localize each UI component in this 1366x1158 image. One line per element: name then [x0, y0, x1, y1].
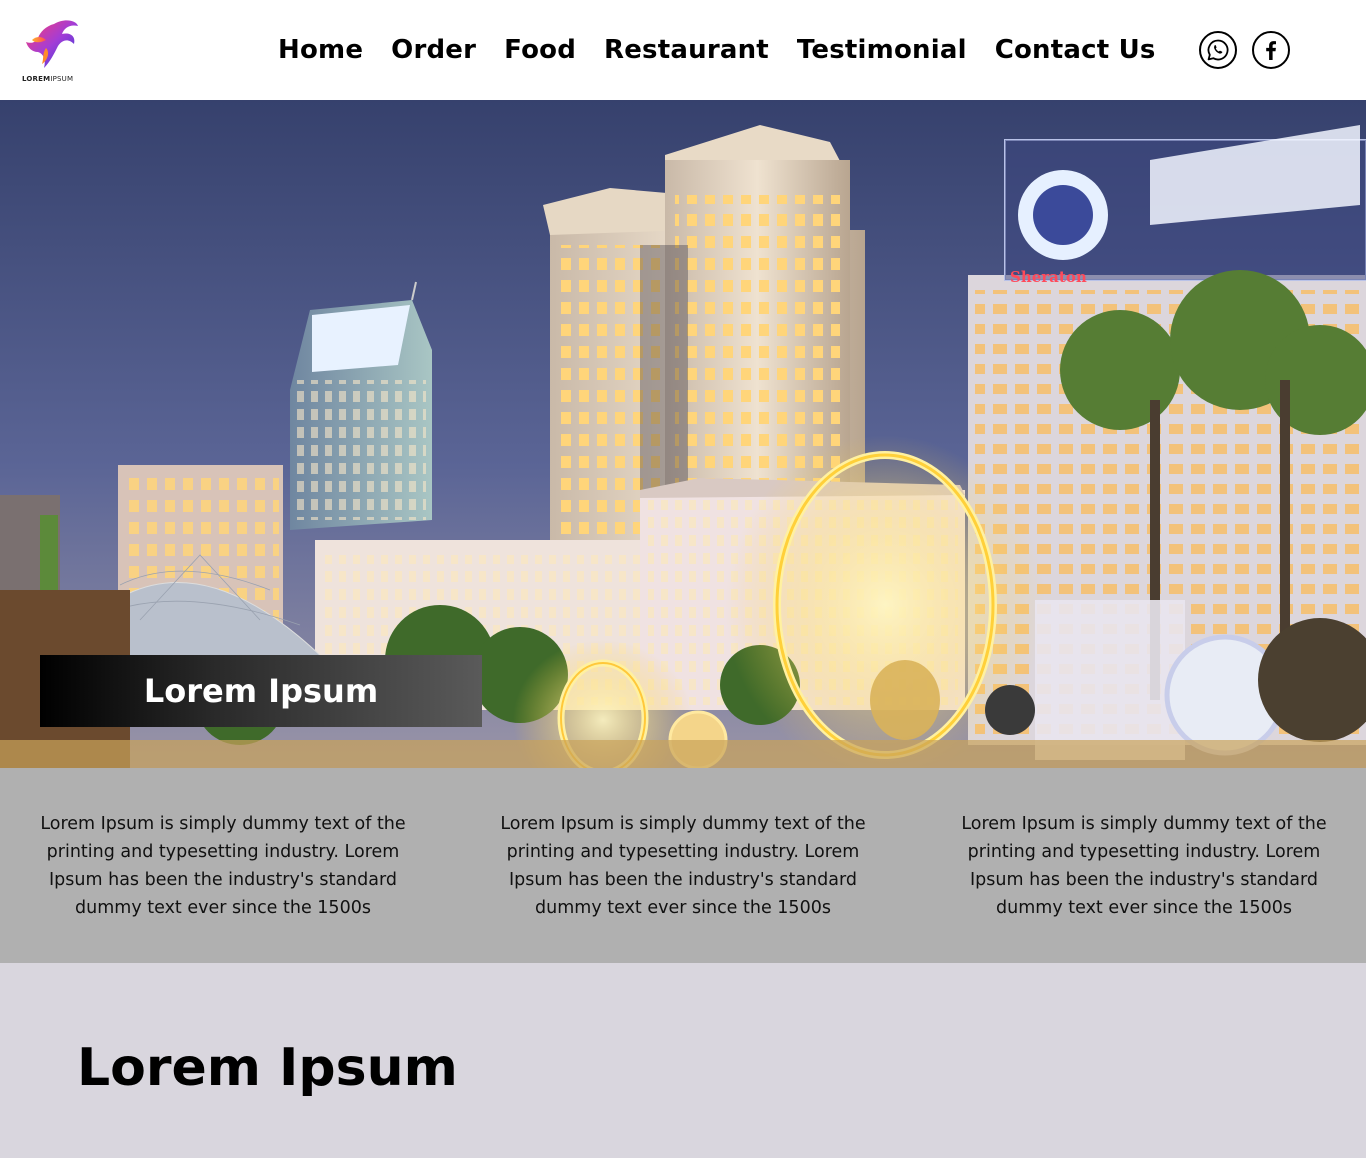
whatsapp-icon [1207, 39, 1229, 61]
feature-text-1: Lorem Ipsum is simply dummy text of the … [40, 814, 406, 918]
main-nav: Home Order Food Restaurant Testimonial C… [278, 30, 1156, 70]
features-band: Lorem Ipsum is simply dummy text of the … [0, 768, 1366, 963]
facebook-button[interactable] [1252, 31, 1290, 69]
brand-logo[interactable]: LOREMIPSUM [20, 18, 82, 86]
section-title: Lorem Ipsum [77, 1038, 458, 1098]
feature-text-2: Lorem Ipsum is simply dummy text of the … [500, 814, 866, 918]
nav-home[interactable]: Home [278, 35, 363, 65]
bird-logo-icon [26, 20, 78, 68]
facebook-icon [1266, 41, 1276, 60]
hero-banner: Sheraton Lorem Ipsum [0, 100, 1366, 768]
nav-order[interactable]: Order [391, 35, 476, 65]
nav-testimonial[interactable]: Testimonial [797, 35, 967, 65]
nav-restaurant[interactable]: Restaurant [604, 35, 769, 65]
whatsapp-button[interactable] [1199, 31, 1237, 69]
hero-label-text: Lorem Ipsum [143, 672, 379, 710]
social-links [1199, 31, 1290, 69]
logo-text-bold: LOREM [22, 75, 51, 83]
site-header: LOREMIPSUM Home Order Food Restaurant Te… [0, 0, 1366, 100]
feature-text-3: Lorem Ipsum is simply dummy text of the … [961, 814, 1327, 918]
nav-food[interactable]: Food [504, 35, 576, 65]
hero-label-box: Lorem Ipsum [40, 655, 482, 727]
content-section: Lorem Ipsum [0, 963, 1366, 1158]
logo-text: LOREMIPSUM [22, 75, 82, 83]
logo-text-light: IPSUM [50, 75, 74, 83]
nav-contact-us[interactable]: Contact Us [995, 35, 1156, 65]
sheraton-sign: Sheraton [1010, 268, 1087, 286]
